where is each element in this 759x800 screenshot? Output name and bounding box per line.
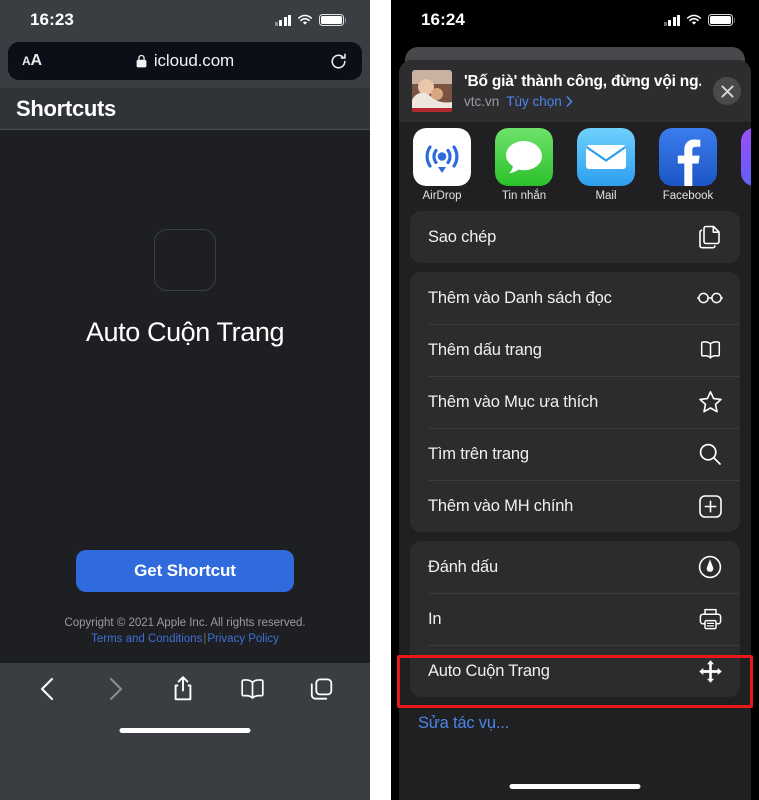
text-size-button[interactable]: AA <box>22 52 42 70</box>
share-button[interactable] <box>171 675 195 703</box>
share-page-title: 'Bố già' thành công, đừng vội ng... <box>464 73 701 90</box>
copy-icon <box>697 224 723 250</box>
add-to-homescreen-icon <box>697 493 723 519</box>
battery-icon <box>708 14 736 26</box>
chevron-right-icon <box>566 96 573 107</box>
page-footer: Copyright © 2021 Apple Inc. All rights r… <box>0 616 370 647</box>
action-label: In <box>428 609 442 628</box>
share-apps-row: AirDrop Tin nhắn Mail Facebook <box>399 122 751 202</box>
page-title-text: Shortcuts <box>16 95 116 121</box>
cellular-bars-icon <box>663 14 680 26</box>
share-app-label: AirDrop <box>422 190 462 202</box>
footer-links: Terms and Conditions|Privacy Policy <box>0 632 370 647</box>
share-app-messages[interactable]: Tin nhắn <box>495 128 553 202</box>
action-copy[interactable]: Sao chép <box>410 211 740 263</box>
share-app-label: Me <box>741 190 751 202</box>
home-indicator <box>119 728 251 733</box>
action-label: Tìm trên trang <box>428 444 529 463</box>
share-options-label: Tùy chọn <box>506 94 562 109</box>
facebook-icon <box>659 128 717 186</box>
get-shortcut-button[interactable]: Get Shortcut <box>76 550 294 592</box>
action-auto-scroll[interactable]: Auto Cuộn Trang <box>410 645 740 697</box>
share-app-facebook[interactable]: Facebook <box>659 128 717 202</box>
left-phone-screenshot: 16:23 AA icloud.com Shortcuts Auto Cuộn … <box>0 0 370 800</box>
reload-icon[interactable] <box>329 52 348 71</box>
share-page-source: vtc.vn <box>464 94 500 109</box>
share-app-airdrop[interactable]: AirDrop <box>413 128 471 202</box>
wifi-icon <box>297 14 313 25</box>
action-label: Thêm vào Danh sách đọc <box>428 288 612 307</box>
action-add-bookmark[interactable]: Thêm dấu trang <box>410 324 740 376</box>
shortcut-name: Auto Cuộn Trang <box>85 317 285 347</box>
share-actions-group-2: Thêm vào Danh sách đọc Thêm dấu trang Th… <box>410 272 740 532</box>
move-arrows-icon <box>697 658 723 684</box>
shortcut-page-body: Auto Cuộn Trang Get Shortcut Copyright ©… <box>0 130 370 744</box>
airdrop-icon <box>413 128 471 186</box>
right-phone-screenshot: 16:24 'Bố già' thành công, đừng vội ng..… <box>391 0 759 800</box>
cellular-bars-icon <box>274 14 291 26</box>
privacy-link[interactable]: Privacy Policy <box>207 633 279 645</box>
markup-icon <box>697 554 723 580</box>
screenshot-stage: 16:23 AA icloud.com Shortcuts Auto Cuộn … <box>0 0 759 800</box>
messenger-icon <box>741 128 751 186</box>
book-icon <box>697 337 723 363</box>
share-sheet: 'Bố già' thành công, đừng vội ng... vtc.… <box>399 60 751 800</box>
action-find-on-page[interactable]: Tìm trên trang <box>410 428 740 480</box>
page-thumbnail <box>412 70 452 112</box>
url-text: icloud.com <box>153 51 235 70</box>
share-options-button[interactable]: Tùy chọn <box>506 94 573 109</box>
mail-icon <box>577 128 635 186</box>
action-add-to-home-screen[interactable]: Thêm vào MH chính <box>410 480 740 532</box>
safari-address-bar-container: AA icloud.com <box>0 40 370 88</box>
action-label: Thêm dấu trang <box>428 340 542 359</box>
forward-button[interactable] <box>103 676 127 702</box>
status-bar-time: 16:23 <box>30 10 74 29</box>
copyright-text: Copyright © 2021 Apple Inc. All rights r… <box>64 617 306 629</box>
status-bar-indicators <box>663 14 736 26</box>
safari-address-bar[interactable]: AA icloud.com <box>8 42 362 80</box>
home-indicator <box>509 784 641 789</box>
messages-icon <box>495 128 553 186</box>
action-label: Thêm vào Mục ưa thích <box>428 392 599 411</box>
bookmarks-button[interactable] <box>239 677 266 701</box>
share-app-label: Mail <box>595 190 617 202</box>
share-app-label: Tin nhắn <box>501 190 547 202</box>
edit-actions-button[interactable]: Sửa tác vụ... <box>399 697 751 733</box>
action-label: Sao chép <box>428 227 497 246</box>
wifi-icon <box>686 14 702 25</box>
battery-icon <box>319 14 347 26</box>
shortcut-placeholder-icon <box>154 229 216 291</box>
glasses-icon <box>697 285 723 311</box>
action-label: Auto Cuộn Trang <box>428 661 550 680</box>
url-display: icloud.com <box>8 51 362 71</box>
status-bar-time: 16:24 <box>421 10 465 29</box>
action-label: Đánh dấu <box>428 557 498 576</box>
terms-link[interactable]: Terms and Conditions <box>91 633 202 645</box>
search-icon <box>697 441 723 467</box>
action-add-to-reading-list[interactable]: Thêm vào Danh sách đọc <box>410 272 740 324</box>
star-icon <box>697 389 723 415</box>
share-app-messenger[interactable]: Me <box>741 128 751 202</box>
action-label: Thêm vào MH chính <box>428 496 574 515</box>
action-print[interactable]: In <box>410 593 740 645</box>
close-button[interactable] <box>713 77 741 105</box>
tabs-button[interactable] <box>309 677 334 702</box>
printer-icon <box>697 606 723 632</box>
back-button[interactable] <box>36 676 60 702</box>
left-status-bar: 16:23 <box>0 0 370 40</box>
close-icon <box>720 84 734 98</box>
status-bar-indicators <box>274 14 347 26</box>
safari-toolbar <box>0 663 370 744</box>
share-target-info: 'Bố già' thành công, đừng vội ng... vtc.… <box>464 73 701 109</box>
lock-icon <box>136 54 147 68</box>
page-title: Shortcuts <box>0 88 370 130</box>
share-app-label: Facebook <box>662 190 714 202</box>
share-app-mail[interactable]: Mail <box>577 128 635 202</box>
action-markup[interactable]: Đánh dấu <box>410 541 740 593</box>
share-sheet-header[interactable]: 'Bố già' thành công, đừng vội ng... vtc.… <box>399 60 751 122</box>
share-actions-group-3: Đánh dấu In Auto Cuộn Trang <box>410 541 740 697</box>
right-status-bar: 16:24 <box>391 0 759 40</box>
action-add-to-favorites[interactable]: Thêm vào Mục ưa thích <box>410 376 740 428</box>
share-actions-group-1: Sao chép <box>410 211 740 263</box>
